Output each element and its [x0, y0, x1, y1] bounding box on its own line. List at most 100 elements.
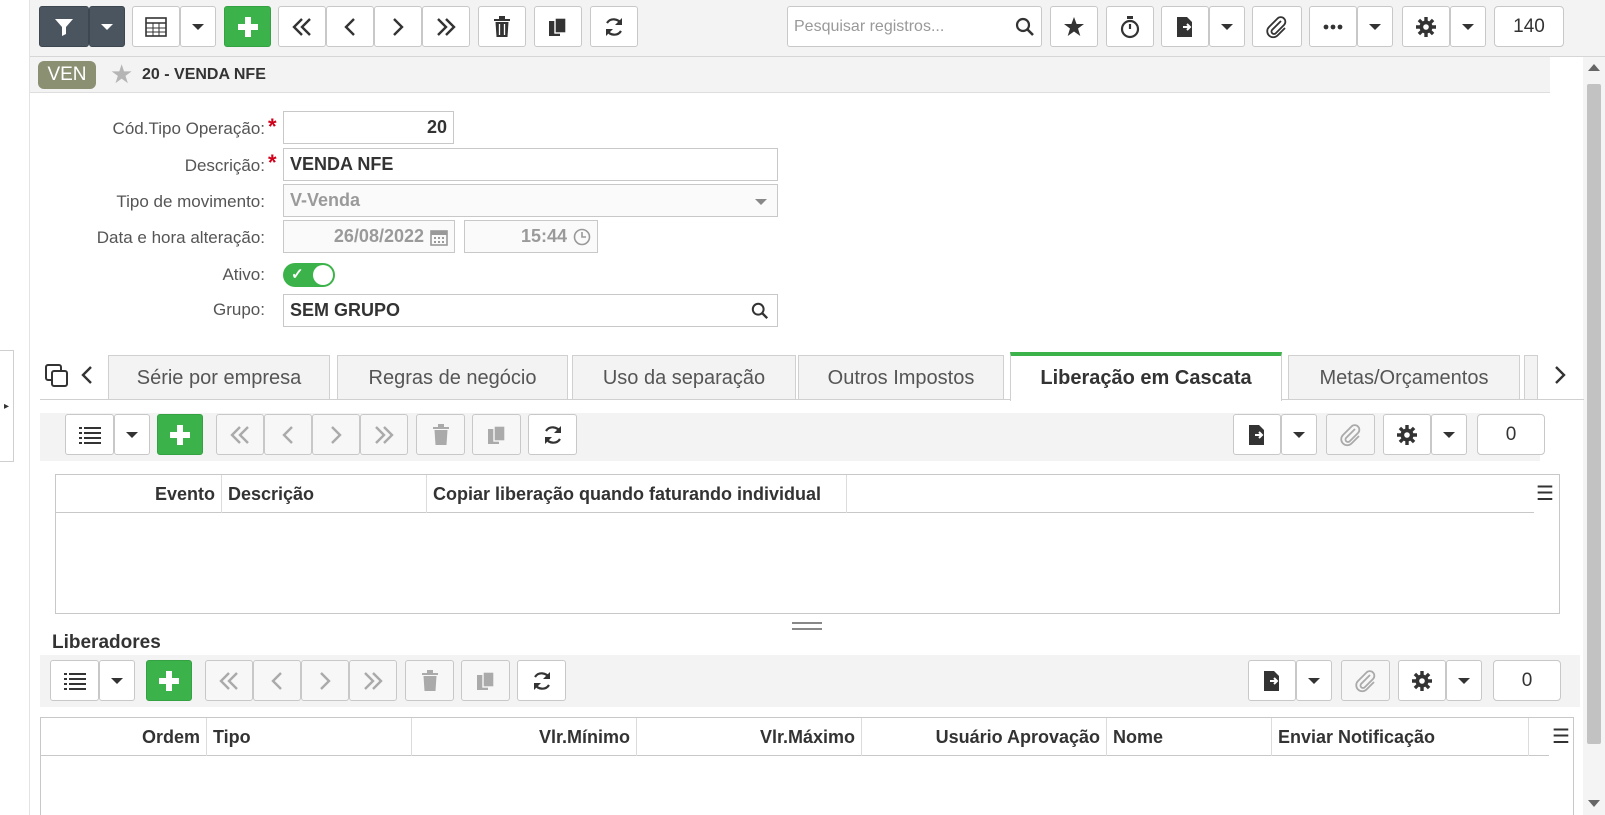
liberadores-first-button[interactable]	[205, 660, 253, 701]
liberadores-refresh-button[interactable]	[517, 660, 566, 701]
column-header-usuario-aprovacao[interactable]: Usuário Aprovação	[862, 718, 1107, 756]
cascata-attachments-button[interactable]	[1326, 414, 1375, 455]
last-record-button[interactable]	[422, 6, 470, 47]
timer-button[interactable]	[1106, 6, 1154, 47]
liberadores-view-dropdown-button[interactable]	[99, 660, 135, 701]
tabs-scroll-right-icon[interactable]	[1553, 365, 1567, 385]
view-dropdown-button[interactable]	[180, 6, 216, 47]
chevron-left-icon	[344, 17, 355, 36]
chevron-right-icon	[331, 425, 342, 444]
liberadores-add-button[interactable]	[146, 660, 192, 701]
liberadores-settings-button[interactable]	[1398, 660, 1446, 701]
grid-view-button[interactable]	[132, 6, 180, 47]
liberadores-previous-button[interactable]	[253, 660, 301, 701]
liberadores-list-view-button[interactable]	[50, 660, 99, 701]
cascata-next-button[interactable]	[312, 414, 360, 455]
tabs-scroll-left-icon[interactable]	[80, 365, 94, 385]
cascata-settings-button[interactable]	[1383, 414, 1431, 455]
tab-liberacao-em-cascata[interactable]: Liberação em Cascata	[1010, 352, 1282, 401]
chevron-right-icon	[393, 17, 404, 36]
filter-button[interactable]	[39, 6, 89, 47]
column-header-nome[interactable]: Nome	[1107, 718, 1272, 756]
cascata-last-button[interactable]	[360, 414, 408, 455]
export-dropdown-button[interactable]	[1209, 6, 1245, 47]
liberadores-duplicate-button[interactable]	[461, 660, 510, 701]
descricao-field[interactable]: VENDA NFE	[283, 148, 778, 181]
cascata-export-button[interactable]	[1233, 414, 1281, 455]
liberadores-attachments-button[interactable]	[1341, 660, 1390, 701]
cascata-export-dropdown-button[interactable]	[1281, 414, 1317, 455]
record-title: 20 - VENDA NFE	[142, 66, 266, 83]
refresh-button[interactable]	[590, 6, 638, 47]
liberadores-export-dropdown-button[interactable]	[1296, 660, 1332, 701]
copy-icon[interactable]	[45, 364, 69, 388]
cod-tipo-field[interactable]: 20	[283, 111, 454, 144]
cascata-view-dropdown-button[interactable]	[114, 414, 150, 455]
first-record-button[interactable]	[278, 6, 326, 47]
search-input[interactable]	[794, 7, 1014, 46]
more-dropdown-button[interactable]	[1357, 6, 1393, 47]
liberadores-settings-dropdown-button[interactable]	[1446, 660, 1482, 701]
cascata-list-view-button[interactable]	[65, 414, 114, 455]
main-toolbar: 140	[30, 0, 1605, 57]
expand-panel-handle[interactable]: ▸	[0, 350, 14, 462]
descricao-label: Descrição:	[184, 156, 265, 175]
column-header-descricao[interactable]: Descrição	[222, 475, 427, 513]
export-button[interactable]	[1161, 6, 1209, 47]
cascata-duplicate-button[interactable]	[472, 414, 521, 455]
tab-partial[interactable]	[1524, 355, 1538, 400]
favorite-star-icon[interactable]: ★	[110, 60, 133, 88]
more-options-button[interactable]	[1309, 6, 1357, 47]
delete-button[interactable]	[478, 6, 526, 47]
hora-alteracao-field[interactable]: 15:44	[464, 220, 598, 253]
add-record-button[interactable]	[224, 6, 271, 47]
search-icon[interactable]	[1015, 17, 1035, 37]
clock-icon	[573, 228, 591, 246]
cascata-first-button[interactable]	[216, 414, 264, 455]
attachments-button[interactable]	[1252, 6, 1302, 47]
tab-uso-da-separacao[interactable]: Uso da separação	[572, 355, 796, 400]
column-header-ordem[interactable]: Ordem	[41, 718, 207, 756]
search-icon[interactable]	[751, 302, 769, 320]
cascata-add-button[interactable]	[157, 414, 203, 455]
settings-dropdown-button[interactable]	[1450, 6, 1486, 47]
tab-regras-de-negocio[interactable]: Regras de negócio	[337, 355, 568, 400]
column-header-evento[interactable]: Evento	[56, 475, 222, 513]
settings-button[interactable]	[1402, 6, 1450, 47]
duplicate-button[interactable]	[534, 6, 582, 47]
scrollbar-thumb[interactable]	[1587, 84, 1601, 744]
cascata-delete-button[interactable]	[416, 414, 465, 455]
previous-record-button[interactable]	[326, 6, 374, 47]
column-header-copiar-liberacao[interactable]: Copiar liberação quando faturando indivi…	[427, 475, 847, 513]
liberadores-next-button[interactable]	[301, 660, 349, 701]
column-header-vlr-maximo[interactable]: Vlr.Máximo	[637, 718, 862, 756]
tab-outros-impostos[interactable]: Outros Impostos	[798, 355, 1004, 400]
required-marker: *	[268, 150, 277, 175]
hora-alteracao-value: 15:44	[520, 226, 567, 246]
data-alteracao-field[interactable]: 26/08/2022	[283, 220, 455, 253]
tab-metas-orcamentos[interactable]: Metas/Orçamentos	[1288, 355, 1520, 400]
cascata-settings-dropdown-button[interactable]	[1431, 414, 1467, 455]
cascata-previous-button[interactable]	[264, 414, 312, 455]
ativo-toggle[interactable]: ✓	[283, 263, 335, 287]
scroll-down-arrow-icon[interactable]	[1588, 800, 1600, 807]
check-icon: ✓	[291, 266, 304, 283]
column-menu-icon[interactable]: ☰	[1536, 481, 1554, 506]
cascata-refresh-button[interactable]	[528, 414, 577, 455]
column-header-enviar-notificacao[interactable]: Enviar Notificação	[1272, 718, 1529, 756]
scroll-up-arrow-icon[interactable]	[1588, 64, 1600, 71]
column-header-tipo[interactable]: Tipo	[207, 718, 412, 756]
filter-dropdown-button[interactable]	[89, 6, 125, 47]
favorites-button[interactable]	[1050, 6, 1098, 47]
module-badge: VEN	[38, 61, 96, 89]
tipo-movimento-select[interactable]: V-Venda	[283, 184, 778, 217]
liberadores-last-button[interactable]	[349, 660, 397, 701]
liberadores-export-button[interactable]	[1248, 660, 1296, 701]
tab-serie-por-empresa[interactable]: Série por empresa	[108, 355, 330, 400]
grupo-field[interactable]: SEM GRUPO	[283, 294, 778, 327]
liberadores-delete-button[interactable]	[405, 660, 454, 701]
next-record-button[interactable]	[374, 6, 422, 47]
panel-splitter[interactable]	[792, 622, 822, 630]
column-header-vlr-minimo[interactable]: Vlr.Mínimo	[412, 718, 637, 756]
column-menu-icon[interactable]: ☰	[1552, 724, 1570, 749]
